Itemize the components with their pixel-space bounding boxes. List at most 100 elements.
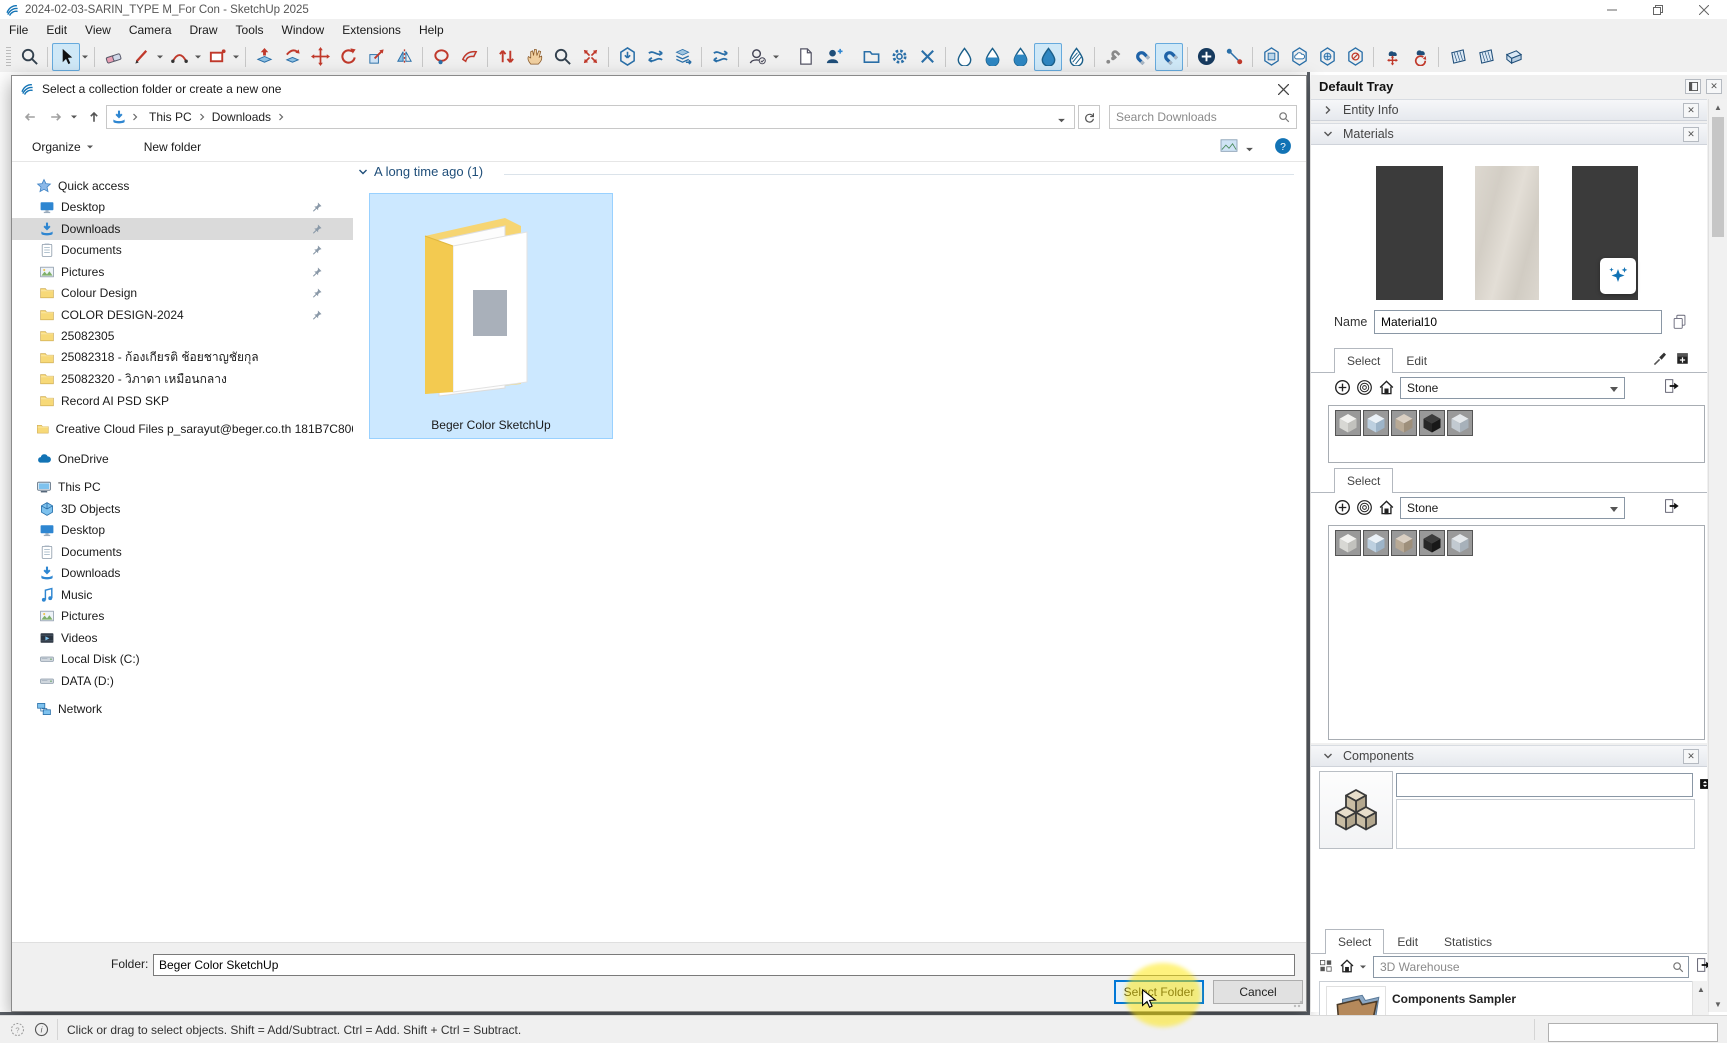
tool-dropdown-caret[interactable] (155, 44, 165, 70)
sidebar-item-network[interactable]: Network (12, 699, 353, 721)
menu-item[interactable]: Tools (227, 23, 273, 37)
layers-forward-button[interactable] (669, 43, 697, 71)
material-name-input[interactable] (1374, 310, 1662, 334)
navigation-caret[interactable] (1359, 963, 1367, 971)
group-header[interactable]: A long time ago (1) (358, 164, 483, 179)
sidebar-item[interactable]: Videos (12, 627, 353, 649)
hatch-panel-3[interactable] (1499, 43, 1527, 71)
up-button[interactable] (82, 105, 106, 129)
paint-opacity-100[interactable] (1034, 43, 1062, 71)
zoom-extents-tool[interactable] (576, 43, 604, 71)
sidebar-item[interactable]: 25082318 - ก้องเกียรติ ช้อยชาญชัยกุล (12, 347, 353, 369)
sidebar-item[interactable]: Desktop (12, 520, 353, 542)
info-icon[interactable]: i (34, 1022, 49, 1037)
sidebar-item-creative-cloud[interactable]: Creative Cloud Files p_sarayut@beger.co.… (12, 419, 353, 441)
account-button[interactable] (743, 43, 771, 71)
close-collection-button[interactable] (913, 43, 941, 71)
home-collection-icon[interactable] (1378, 379, 1395, 396)
view-options-button[interactable] (1318, 958, 1334, 974)
sidebar-item[interactable]: Downloads (12, 218, 353, 240)
new-folder-button[interactable]: New folder (144, 140, 201, 154)
sync-gear-button[interactable] (706, 43, 734, 71)
hex-cloud-button[interactable] (1285, 43, 1313, 71)
import-model-button[interactable] (613, 43, 641, 71)
paint-texture[interactable] (1062, 43, 1090, 71)
component-name-input[interactable] (1396, 773, 1693, 797)
cloud-move-button[interactable] (1378, 43, 1406, 71)
paint-opacity-75[interactable] (1006, 43, 1034, 71)
cloud-rotate-button[interactable] (1406, 43, 1434, 71)
tool-dropdown-caret[interactable] (771, 44, 781, 70)
tool-dropdown-caret[interactable] (193, 44, 203, 70)
close-window-button[interactable] (1681, 0, 1727, 19)
material-swatch[interactable] (1391, 530, 1417, 556)
menu-item[interactable]: File (0, 23, 37, 37)
sidebar-item[interactable]: Pictures (12, 261, 353, 283)
entity-info-close-button[interactable]: ✕ (1683, 103, 1699, 118)
hex-sphere-button[interactable] (1313, 43, 1341, 71)
duplicate-material-button[interactable] (1671, 313, 1689, 331)
pan-tool[interactable] (520, 43, 548, 71)
materials-tab[interactable]: Edit (1393, 348, 1440, 373)
entity-info-header[interactable]: Entity Info ✕ (1311, 99, 1707, 121)
offset-tool[interactable] (492, 43, 520, 71)
tool-dropdown-caret[interactable] (231, 44, 241, 70)
collection-settings-button[interactable] (885, 43, 913, 71)
maximize-button[interactable] (1635, 0, 1681, 19)
sidebar-item[interactable]: DATA (D:) (12, 670, 353, 692)
roll-tool[interactable] (455, 43, 483, 71)
hex-disable-button[interactable] (1341, 43, 1369, 71)
menu-item[interactable]: Extensions (333, 23, 410, 37)
materials-header[interactable]: Materials ✕ (1311, 123, 1707, 145)
address-dropdown-caret[interactable] (1057, 114, 1066, 128)
sidebar-item[interactable]: 25082305 (12, 326, 353, 348)
components-tab[interactable]: Statistics (1431, 929, 1505, 954)
warehouse-search-box[interactable] (1373, 956, 1689, 978)
home-collection-icon[interactable] (1378, 499, 1395, 516)
back-to-collection-icon[interactable] (1334, 379, 1351, 396)
sidebar-item[interactable]: 3D Objects (12, 498, 353, 520)
change-view-button[interactable] (1220, 138, 1238, 157)
menu-item[interactable]: Camera (120, 23, 181, 37)
material-swatch[interactable] (1419, 530, 1445, 556)
home-collection-icon[interactable] (1339, 958, 1355, 974)
sidebar-item[interactable]: Documents (12, 541, 353, 563)
scale-tool[interactable] (362, 43, 390, 71)
organize-button[interactable]: Organize (32, 140, 94, 154)
in-model-icon[interactable] (1356, 499, 1373, 516)
cancel-button[interactable]: Cancel (1213, 980, 1303, 1004)
add-collaborator-button[interactable] (819, 43, 847, 71)
ai-generate-button[interactable] (1600, 258, 1636, 294)
sidebar-item-this-pc[interactable]: This PC (12, 477, 353, 499)
components-header[interactable]: Components ✕ (1311, 745, 1707, 767)
view-dropdown-caret[interactable] (1245, 143, 1254, 157)
warehouse-search-input[interactable] (1374, 960, 1672, 974)
materials-tab[interactable]: Select (1334, 348, 1393, 373)
material-swatch[interactable] (1447, 410, 1473, 436)
menu-item[interactable]: Draw (181, 23, 227, 37)
breadcrumb-segment[interactable]: This PC (143, 110, 206, 124)
geolocation-icon[interactable]: ? (10, 1022, 25, 1037)
material-swatch[interactable] (1363, 530, 1389, 556)
sidebar-item[interactable]: Record AI PSD SKP (12, 390, 353, 412)
dimension-tool[interactable] (1220, 43, 1248, 71)
sample-paint-icon[interactable] (1652, 351, 1668, 367)
swap-arrows-button[interactable] (641, 43, 669, 71)
components-close-button[interactable]: ✕ (1683, 749, 1699, 764)
sidebar-item[interactable]: Downloads (12, 563, 353, 585)
move-tool[interactable] (306, 43, 334, 71)
sidebar-item[interactable]: 25082320 - วิภาดา เหมือนกลาง (12, 369, 353, 391)
sidebar-item-onedrive[interactable]: OneDrive (12, 448, 353, 470)
follow-me-tool[interactable] (278, 43, 306, 71)
select-tool[interactable] (52, 43, 80, 71)
material-swatch[interactable] (1363, 410, 1389, 436)
push-pull-tool[interactable] (250, 43, 278, 71)
material-swatch[interactable] (1335, 530, 1361, 556)
eraser-tool[interactable] (99, 43, 127, 71)
collection-details-button[interactable] (1662, 377, 1680, 395)
minimize-button[interactable] (1589, 0, 1635, 19)
menu-item[interactable]: Window (273, 23, 334, 37)
sidebar-item-quick-access[interactable]: Quick access (12, 175, 353, 197)
material-swatch[interactable] (1335, 410, 1361, 436)
rectangle-tool[interactable] (203, 43, 231, 71)
